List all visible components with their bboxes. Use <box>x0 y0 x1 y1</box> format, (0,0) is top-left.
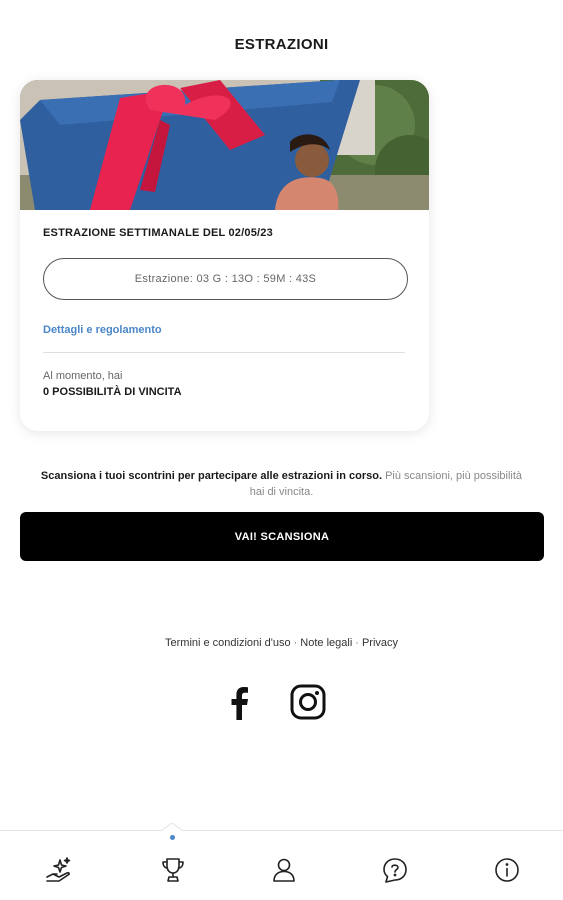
chances-label: Al momento, hai <box>43 370 123 382</box>
footer-separator: · <box>293 637 298 649</box>
legal-notes-link[interactable]: Note legali <box>300 637 352 649</box>
social-links <box>0 684 563 724</box>
gift-illustration <box>20 80 429 210</box>
scan-button[interactable]: VAI! SCANSIONA <box>20 512 544 561</box>
privacy-link[interactable]: Privacy <box>362 637 398 649</box>
draw-card: ESTRAZIONE SETTIMANALE DEL 02/05/23 Estr… <box>20 80 429 431</box>
help-icon[interactable] <box>380 855 410 885</box>
footer-separator: · <box>355 637 359 649</box>
scan-info-bold: Scansiona i tuoi scontrini per partecipa… <box>40 470 383 482</box>
facebook-icon[interactable] <box>228 686 250 725</box>
trophy-icon[interactable] <box>158 855 188 885</box>
info-icon[interactable] <box>492 855 522 885</box>
terms-link[interactable]: Termini e condizioni d'uso <box>165 637 291 649</box>
page-title: ESTRAZIONI <box>234 36 329 53</box>
countdown-pill: Estrazione: 03 G : 13O : 59M : 43S <box>43 258 408 300</box>
countdown-text: Estrazione: 03 G : 13O : 59M : 43S <box>134 273 317 285</box>
active-tab-dot <box>170 835 175 840</box>
chances-value: 0 POSSIBILITÀ DI VINCITA <box>43 386 182 398</box>
details-link[interactable]: Dettagli e regolamento <box>43 324 162 336</box>
rewards-icon[interactable] <box>44 855 74 885</box>
draw-title: ESTRAZIONE SETTIMANALE DEL 02/05/23 <box>43 227 273 239</box>
profile-icon[interactable] <box>269 855 299 885</box>
tab-indicator-notch <box>161 823 183 832</box>
instagram-icon[interactable] <box>290 684 326 725</box>
scan-info-text: Scansiona i tuoi scontrini per partecipa… <box>40 468 523 500</box>
footer-links: Termini e condizioni d'uso · Note legali · P… <box>0 637 563 649</box>
card-divider <box>43 352 405 353</box>
